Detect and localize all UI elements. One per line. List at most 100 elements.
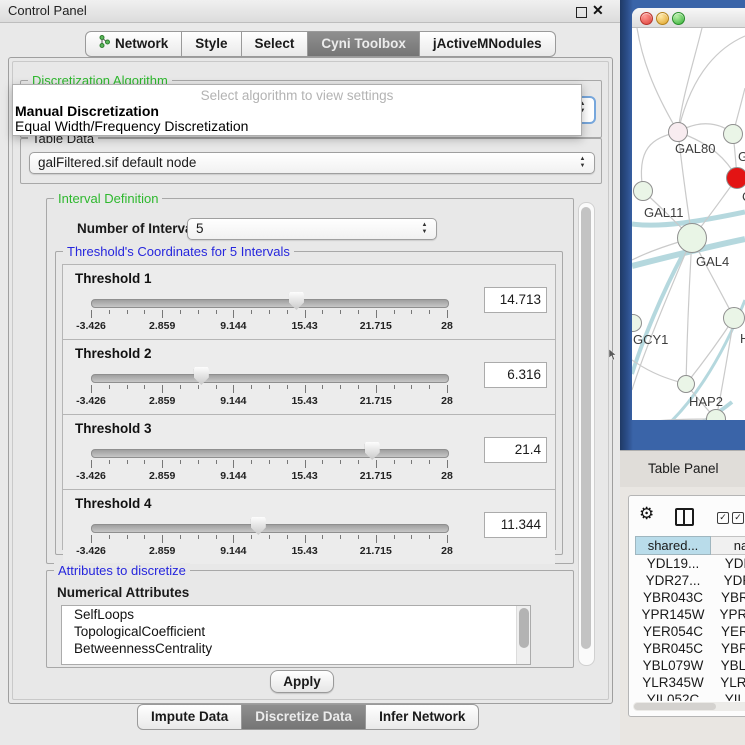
table-row[interactable]: YPR145WYPR145W: [635, 606, 745, 623]
table-row[interactable]: YLR345WYLR345W: [635, 674, 745, 691]
table-cell-shared-name: YPR145W: [635, 606, 711, 623]
list-scrollbar-thumb[interactable]: [519, 608, 529, 648]
tab-infer-network[interactable]: Infer Network: [366, 704, 479, 730]
tab-impute-data[interactable]: Impute Data: [137, 704, 242, 730]
attributes-group-title: Attributes to discretize: [54, 563, 190, 578]
threshold-value-field[interactable]: 6.316: [484, 362, 547, 388]
tab-discretize-data[interactable]: Discretize Data: [242, 704, 366, 730]
column-header-name[interactable]: name: [711, 536, 745, 555]
table-row[interactable]: YER054CYER054C: [635, 623, 745, 640]
horizontal-scrollbar-thumb[interactable]: [634, 703, 716, 710]
threshold-label: Threshold 1: [75, 271, 152, 286]
table-panel-title: Table Panel: [648, 461, 719, 476]
network-node[interactable]: [677, 375, 695, 393]
network-node-label: GAL80: [675, 141, 715, 156]
tab-style[interactable]: Style: [182, 31, 241, 57]
attributes-listbox: SelfLoopsTopologicalCoefficientBetweenne…: [61, 605, 531, 665]
gear-icon[interactable]: ⚙: [639, 504, 654, 524]
table-row[interactable]: YDL19...YDL19...: [635, 555, 745, 572]
numerical-attributes-label: Numerical Attributes: [57, 585, 189, 600]
minimize-traffic-light-icon[interactable]: [656, 12, 669, 25]
slider-tick-labels: -3.4262.8599.14415.4321.71528: [91, 545, 447, 557]
threshold-slider-track[interactable]: [91, 524, 449, 533]
table-row[interactable]: YIL052CYIL052C: [635, 691, 745, 701]
table-cell-name: YBL079W: [711, 657, 745, 674]
network-canvas[interactable]: GAL80GCGAL11GAL4HGCY1HAP2: [632, 28, 745, 420]
table-cell-shared-name: YDL19...: [635, 555, 711, 572]
control-panel: Control Panel ✕ Network Style Select Cyni T…: [0, 0, 620, 745]
attribute-list-item[interactable]: TopologicalCoefficient: [62, 623, 530, 640]
list-scrollbar[interactable]: [516, 606, 530, 664]
table-cell-name: YDR27...: [711, 572, 745, 589]
table-cell-name: YIL052C: [711, 691, 745, 701]
apply-button[interactable]: Apply: [270, 670, 334, 693]
threshold-value-field[interactable]: 14.713: [484, 287, 547, 313]
table-cell-name: YDL19...: [711, 555, 745, 572]
tab-network[interactable]: Network: [85, 31, 182, 57]
control-panel-titlebar: Control Panel ✕: [0, 0, 620, 23]
close-traffic-light-icon[interactable]: [640, 12, 653, 25]
network-node-label: GAL11: [644, 205, 684, 220]
tab-cyni-toolbox[interactable]: Cyni Toolbox: [308, 31, 420, 57]
mouse-cursor: [609, 349, 617, 361]
table-row[interactable]: YBR043CYBR043C: [635, 589, 745, 606]
close-icon[interactable]: ✕: [592, 2, 604, 19]
attribute-list-item[interactable]: BetweennessCentrality: [62, 640, 530, 657]
vertical-scrollbar[interactable]: [578, 202, 595, 666]
split-view-icon[interactable]: [675, 508, 694, 526]
settings-scrollpane: Interval Definition Number of Intervals …: [14, 188, 606, 696]
table-row[interactable]: YBR045CYBR045C: [635, 640, 745, 657]
vertical-scrollbar-thumb[interactable]: [581, 207, 591, 649]
network-node[interactable]: [726, 167, 745, 189]
thresholds-group-title: Threshold's Coordinates for 5 Intervals: [63, 244, 294, 259]
network-node[interactable]: [677, 223, 707, 253]
slider-tick-labels: -3.4262.8599.14415.4321.71528: [91, 395, 447, 407]
table-row[interactable]: YDR27...YDR27...: [635, 572, 745, 589]
slider-tick-labels: -3.4262.8599.14415.4321.71528: [91, 470, 447, 482]
network-node[interactable]: [723, 124, 743, 144]
threshold-value-field[interactable]: 11.344: [484, 512, 547, 538]
slider-ticks: [91, 310, 447, 319]
table-data-combo[interactable]: galFiltered.sif default node ▲▼: [29, 152, 595, 174]
float-icon[interactable]: [576, 7, 587, 18]
table-cell-shared-name: YLR345W: [635, 674, 711, 691]
threshold-slider-track[interactable]: [91, 449, 449, 458]
network-node[interactable]: [668, 122, 688, 142]
threshold-label: Threshold 2: [75, 346, 152, 361]
attribute-list-item[interactable]: SelfLoops: [62, 606, 530, 623]
bottom-tab-bar: Impute DataDiscretize DataInfer Network: [137, 704, 479, 728]
checkbox-icon[interactable]: ✓: [717, 512, 729, 524]
threshold-row: Threshold 1-3.4262.8599.14415.4321.71528…: [63, 265, 555, 340]
algorithm-option-manual-discretization[interactable]: Manual Discretization: [15, 103, 159, 119]
network-node[interactable]: [633, 181, 653, 201]
num-intervals-label: Number of Intervals: [77, 221, 204, 236]
tab-label: Network: [115, 32, 168, 56]
column-header-shared-name[interactable]: shared...: [635, 536, 711, 555]
table-cell-shared-name: YDR27...: [635, 572, 711, 589]
tab-label: Select: [255, 32, 295, 56]
checkbox-icon[interactable]: ✓: [732, 512, 744, 524]
num-intervals-combo[interactable]: 5 ▲▼: [187, 218, 437, 240]
interval-definition-title: Interval Definition: [54, 191, 162, 206]
interval-definition-groupbox: Interval Definition Number of Intervals …: [46, 198, 574, 564]
attributes-groupbox: Attributes to discretize Numerical Attri…: [46, 570, 574, 668]
table-cell-shared-name: YBL079W: [635, 657, 711, 674]
network-node[interactable]: [723, 307, 745, 329]
table-cell-shared-name: YIL052C: [635, 691, 711, 701]
network-node-label: H: [740, 331, 745, 346]
algorithm-option-equal-width-frequency-discretization[interactable]: Equal Width/Frequency Discretization: [15, 118, 248, 134]
algorithm-popup-prompt: Select algorithm to view settings: [13, 88, 581, 103]
table-data-groupbox: Table Data galFiltered.sif default node …: [20, 138, 602, 184]
zoom-traffic-light-icon[interactable]: [672, 12, 685, 25]
table-row[interactable]: YBL079WYBL079W: [635, 657, 745, 674]
threshold-slider-track[interactable]: [91, 299, 449, 308]
threshold-row: Threshold 2 -3.4262.8599.14415.4321.71528…: [63, 340, 555, 415]
threshold-slider-track[interactable]: [91, 374, 449, 383]
tab-jactivemnodules[interactable]: jActiveMNodules: [420, 31, 556, 57]
threshold-value-field[interactable]: 21.4: [484, 437, 547, 463]
top-tab-bar: Network Style Select Cyni ToolboxjActiveMNo…: [85, 31, 556, 57]
horizontal-scrollbar[interactable]: [633, 702, 745, 711]
network-node-label: GCY1: [633, 332, 668, 347]
tab-select[interactable]: Select: [242, 31, 309, 57]
table-panel-card: ⚙ ✓ ✓ shared... name YDL19...YDL19...YDR…: [628, 495, 745, 717]
